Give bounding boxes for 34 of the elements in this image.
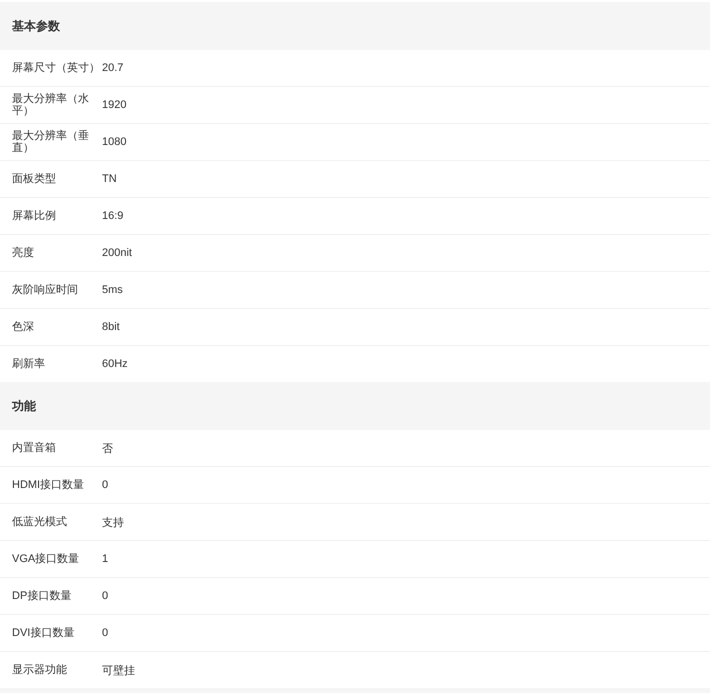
spec-label: 低蓝光模式	[11, 516, 68, 528]
spec-label: 灰阶响应时间	[11, 284, 79, 296]
spec-label: VGA接口数量	[11, 553, 80, 565]
spec-value: 0	[101, 627, 108, 639]
spec-label: 内置音箱	[11, 442, 57, 454]
spec-value: 16:9	[101, 210, 124, 222]
spec-label: 屏幕比例	[11, 210, 57, 222]
spec-label: HDMI接口数量	[11, 479, 86, 491]
spec-value: 20.7	[101, 62, 124, 74]
spec-value: 200nit	[101, 247, 132, 259]
section-header: 功能	[0, 382, 710, 430]
spec-value: 8bit	[101, 321, 120, 333]
spec-value: 否	[101, 442, 113, 456]
spec-label: 最大分辨率（垂直）	[11, 130, 90, 154]
spec-label: 屏幕尺寸（英寸）	[11, 62, 100, 74]
spec-value: 60Hz	[101, 358, 128, 370]
spec-label: 显示器功能	[11, 664, 68, 676]
spec-value: TN	[101, 173, 117, 185]
spec-label: DP接口数量	[11, 590, 72, 602]
spec-value: 1920	[101, 99, 126, 111]
spec-label: 亮度	[11, 247, 35, 259]
spec-value: 支持	[101, 516, 124, 530]
spec-label: 最大分辨率（水平）	[11, 93, 90, 117]
spec-value: 1080	[101, 136, 126, 148]
spec-value: 可壁挂	[101, 664, 135, 678]
spec-label: 面板类型	[11, 173, 57, 185]
spec-label: DVI接口数量	[11, 627, 76, 639]
section-header: 基本参数	[0, 2, 710, 50]
spec-label: 刷新率	[11, 358, 46, 370]
spec-value: 5ms	[101, 284, 123, 296]
spec-value: 1	[101, 553, 108, 565]
spec-value: 0	[101, 590, 108, 602]
spec-value: 0	[101, 479, 108, 491]
spec-label: 色深	[11, 321, 35, 333]
